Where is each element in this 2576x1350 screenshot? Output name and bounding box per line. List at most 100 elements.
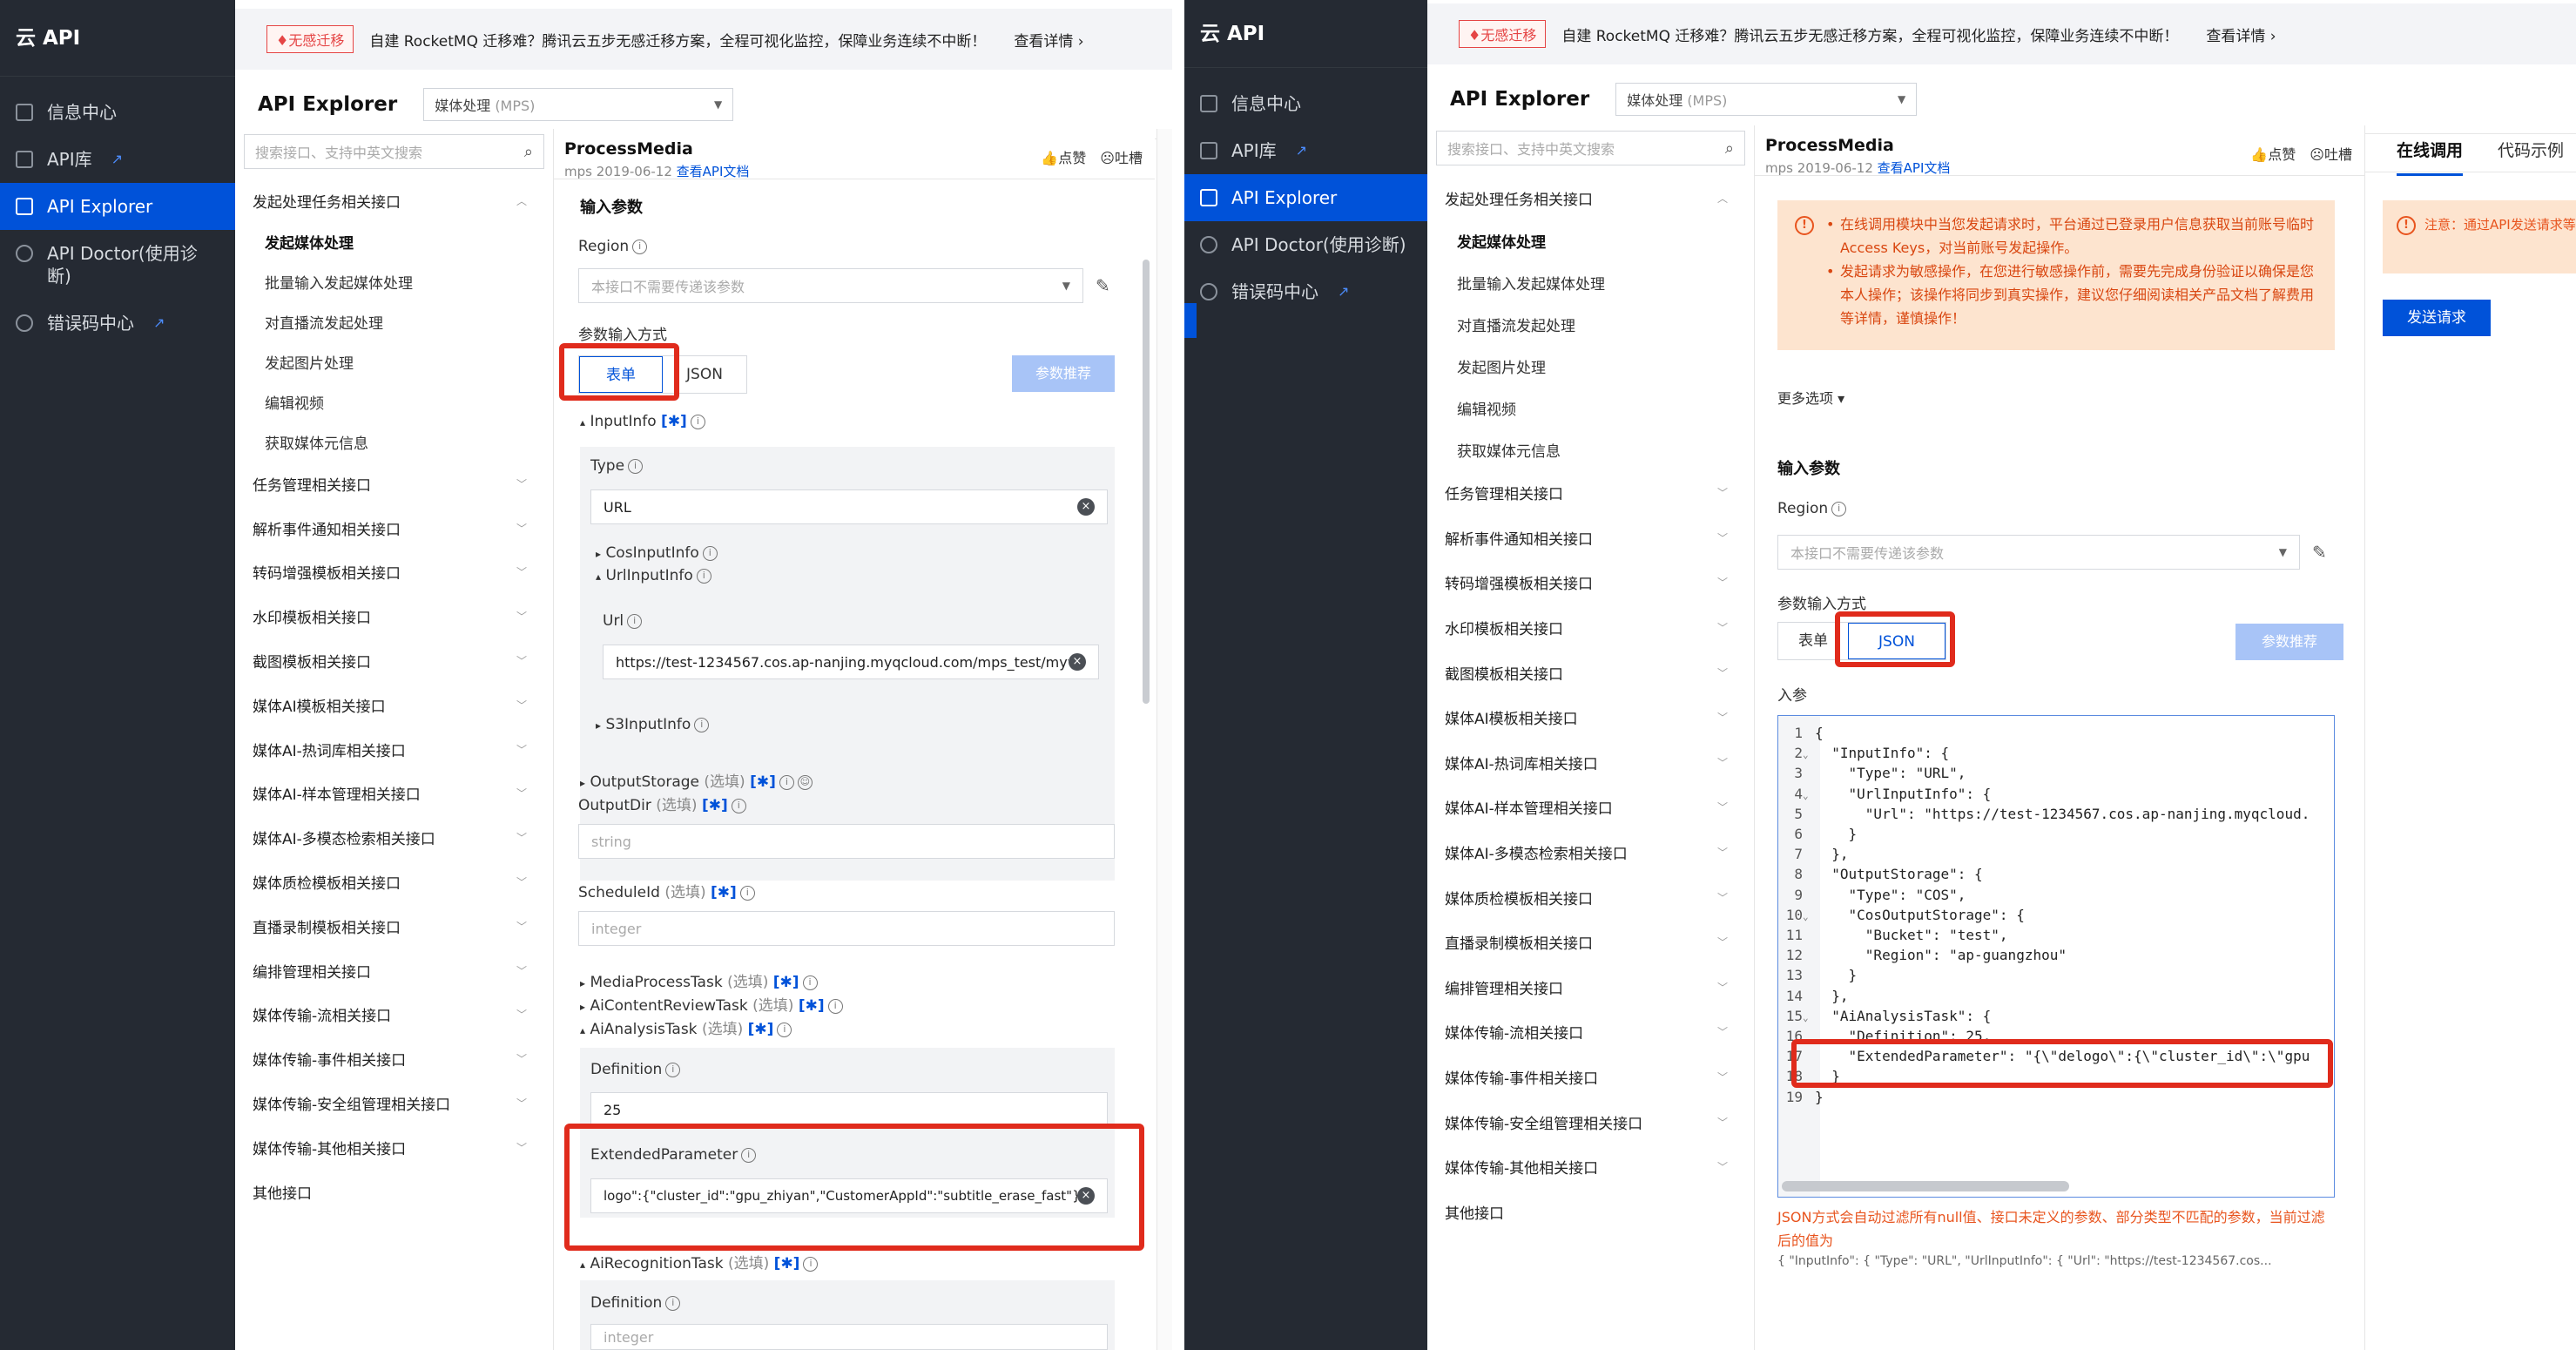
product-select[interactable]: 媒体处理 (MPS) ▼: [423, 87, 734, 121]
menu-group[interactable]: 媒体传输-流相关接口 ﹀: [235, 993, 553, 1037]
like-button[interactable]: 👍点赞: [1041, 146, 1086, 167]
clear-icon[interactable]: ×: [1077, 1187, 1095, 1205]
nav-item-error-codes[interactable]: 错误码中心 ↗: [0, 300, 235, 347]
menu-group[interactable]: 任务管理相关接口 ﹀: [235, 462, 553, 506]
cosinputinfo-toggle[interactable]: ▸ CosInputInfo i: [596, 544, 718, 562]
outputdir-input[interactable]: string: [578, 824, 1115, 859]
nav-item-api-library[interactable]: API库 ↗: [1184, 127, 1427, 174]
menu-sub-item[interactable]: 编辑视频: [235, 381, 553, 422]
menu-group[interactable]: 解析事件通知相关接口 ﹀: [235, 506, 553, 550]
menu-group[interactable]: 媒体传输-事件相关接口 ﹀: [235, 1036, 553, 1081]
menu-group[interactable]: 媒体质检模板相关接口 ﹀: [1427, 874, 1754, 920]
s3inputinfo-toggle[interactable]: ▸ S3InputInfo i: [596, 716, 710, 733]
nav-item-api-doctor[interactable]: API Doctor(使用诊断): [0, 230, 235, 300]
api-doc-link[interactable]: 查看API文档: [677, 164, 750, 179]
outputstorage-toggle[interactable]: ▸ OutputStorage (选填) [✱] i ☺: [580, 769, 813, 791]
menu-sub-item[interactable]: 对直播流发起处理: [235, 301, 553, 341]
mode-json-tab[interactable]: JSON: [1848, 623, 1945, 659]
complain-button[interactable]: ☹吐槽: [1100, 146, 1143, 167]
menu-group[interactable]: 任务管理相关接口 ﹀: [1427, 470, 1754, 516]
menu-group[interactable]: 水印模板相关接口 ﹀: [235, 594, 553, 638]
menu-group[interactable]: 媒体传输-事件相关接口 ﹀: [1427, 1055, 1754, 1100]
api-search-input[interactable]: 搜索接口、支持中英文搜索 ⌕: [1436, 131, 1745, 165]
menu-group[interactable]: 编排管理相关接口 ﹀: [1427, 965, 1754, 1010]
menu-group[interactable]: 媒体传输-安全组管理相关接口 ﹀: [235, 1081, 553, 1125]
menu-group[interactable]: 媒体AI-样本管理相关接口 ﹀: [235, 772, 553, 816]
menu-sub-item[interactable]: 编辑视频: [1427, 387, 1754, 429]
like-button[interactable]: 👍点赞: [2250, 143, 2296, 164]
mediaprocesstask-toggle[interactable]: ▸ MediaProcessTask (选填) [✱] i: [580, 969, 818, 991]
nav-item-api-explorer[interactable]: API Explorer: [1184, 174, 1427, 221]
menu-group[interactable]: 媒体传输-其他相关接口 ﹀: [1427, 1144, 1754, 1190]
tab-online-call[interactable]: 在线调用: [2397, 138, 2464, 176]
scheduleid-input[interactable]: integer: [578, 911, 1115, 946]
menu-sub-item[interactable]: 获取媒体元信息: [1427, 429, 1754, 470]
menu-sub-item[interactable]: 发起图片处理: [1427, 345, 1754, 387]
region-select[interactable]: 本接口不需要传递该参数 ▼: [578, 268, 1083, 303]
menu-group[interactable]: 媒体传输-流相关接口 ﹀: [1427, 1009, 1754, 1055]
menu-group[interactable]: 媒体AI模板相关接口 ﹀: [235, 683, 553, 727]
more-options-toggle[interactable]: 更多选项 ▾: [1777, 387, 1844, 408]
menu-group[interactable]: 媒体AI-多模态检索相关接口 ﹀: [1427, 830, 1754, 875]
definition-input[interactable]: 25: [590, 1092, 1108, 1127]
menu-group[interactable]: 水印模板相关接口 ﹀: [1427, 605, 1754, 651]
nav-item-api-explorer[interactable]: API Explorer: [0, 183, 235, 230]
editor-hscroll[interactable]: [1782, 1181, 2069, 1191]
edit-pencil-icon[interactable]: ✎: [1096, 275, 1110, 296]
menu-sub-item[interactable]: 对直播流发起处理: [1427, 303, 1754, 345]
menu-group[interactable]: 直播录制模板相关接口 ﹀: [235, 904, 553, 948]
definition-input-2[interactable]: integer: [590, 1324, 1108, 1350]
menu-group[interactable]: 媒体AI-样本管理相关接口 ﹀: [1427, 785, 1754, 830]
type-input[interactable]: URL ×: [590, 489, 1108, 524]
menu-group-open[interactable]: 发起处理任务相关接口 ︿: [1427, 176, 1754, 219]
edit-pencil-icon[interactable]: ✎: [2312, 542, 2327, 563]
menu-group[interactable]: 媒体传输-安全组管理相关接口 ﹀: [1427, 1099, 1754, 1144]
menu-group[interactable]: 解析事件通知相关接口 ﹀: [1427, 516, 1754, 561]
mode-form-tab[interactable]: 表单: [1778, 623, 1848, 659]
send-request-button[interactable]: 发送请求: [2383, 300, 2491, 336]
extendedparameter-input[interactable]: logo":{"cluster_id":"gpu_zhiyan","Custom…: [590, 1178, 1108, 1213]
menu-group[interactable]: 其他接口: [1427, 1190, 1754, 1235]
complain-button[interactable]: ☹吐槽: [2310, 143, 2352, 164]
menu-group[interactable]: 编排管理相关接口 ﹀: [235, 948, 553, 993]
menu-group[interactable]: 转码增强模板相关接口 ﹀: [1427, 560, 1754, 605]
clear-icon[interactable]: ×: [1077, 498, 1095, 516]
menu-group[interactable]: 媒体AI模板相关接口 ﹀: [1427, 695, 1754, 740]
mode-form-tab[interactable]: 表单: [579, 356, 663, 393]
menu-group[interactable]: 截图模板相关接口 ﹀: [235, 638, 553, 683]
menu-sub-item[interactable]: 发起媒体处理: [1427, 219, 1754, 261]
nav-item-info-center[interactable]: 信息中心: [1184, 80, 1427, 127]
menu-sub-item[interactable]: 批量输入发起媒体处理: [235, 261, 553, 301]
menu-sub-item[interactable]: 批量输入发起媒体处理: [1427, 261, 1754, 303]
nav-item-api-doctor[interactable]: API Doctor(使用诊断): [1184, 221, 1427, 268]
menu-group[interactable]: 直播录制模板相关接口 ﹀: [1427, 920, 1754, 965]
product-select[interactable]: 媒体处理 (MPS) ▼: [1615, 82, 1918, 116]
nav-item-error-codes[interactable]: 错误码中心 ↗: [1184, 268, 1427, 315]
region-select[interactable]: 本接口不需要传递该参数 ▼: [1777, 535, 2300, 570]
urlinputinfo-toggle[interactable]: ▴ UrlInputInfo i: [596, 567, 711, 584]
recommend-params-button[interactable]: 参数推荐: [1012, 355, 1115, 392]
url-input[interactable]: https://test-1234567.cos.ap-nanjing.myqc…: [603, 645, 1099, 679]
menu-group[interactable]: 其他接口: [235, 1170, 553, 1214]
form-scrollbar[interactable]: [1143, 260, 1150, 704]
promo-more-link[interactable]: 查看详情 ›: [2206, 24, 2276, 45]
menu-sub-item[interactable]: 发起图片处理: [235, 341, 553, 381]
airecognitiontask-toggle[interactable]: ▴ AiRecognitionTask (选填) [✱] i: [580, 1251, 819, 1272]
nav-item-api-library[interactable]: API库 ↗: [0, 136, 235, 183]
menu-group[interactable]: 截图模板相关接口 ﹀: [1427, 650, 1754, 695]
json-editor[interactable]: 1{2⌄ "InputInfo": {3 "Type": "URL", 4⌄ "U…: [1777, 715, 2335, 1198]
menu-group[interactable]: 媒体AI-热词库相关接口 ﹀: [1427, 740, 1754, 786]
mode-json-tab[interactable]: JSON: [663, 356, 746, 393]
nav-item-info-center[interactable]: 信息中心: [0, 89, 235, 136]
menu-sub-item[interactable]: 发起媒体处理: [235, 221, 553, 261]
recommend-params-button[interactable]: 参数推荐: [2235, 624, 2343, 660]
api-doc-link[interactable]: 查看API文档: [1878, 160, 1951, 176]
menu-group[interactable]: 媒体传输-其他相关接口 ﹀: [235, 1125, 553, 1170]
aicontentreviewtask-toggle[interactable]: ▸ AiContentReviewTask (选填) [✱] i: [580, 993, 843, 1015]
menu-sub-item[interactable]: 获取媒体元信息: [235, 422, 553, 462]
aianalysistask-toggle[interactable]: ▴ AiAnalysisTask (选填) [✱] i: [580, 1016, 792, 1038]
menu-group[interactable]: 媒体质检模板相关接口 ﹀: [235, 860, 553, 904]
inputinfo-label[interactable]: ▴ InputInfo [✱] i: [580, 413, 705, 430]
menu-group[interactable]: 媒体AI-热词库相关接口 ﹀: [235, 727, 553, 772]
api-search-input[interactable]: 搜索接口、支持中英文搜索 ⌕: [244, 134, 544, 169]
